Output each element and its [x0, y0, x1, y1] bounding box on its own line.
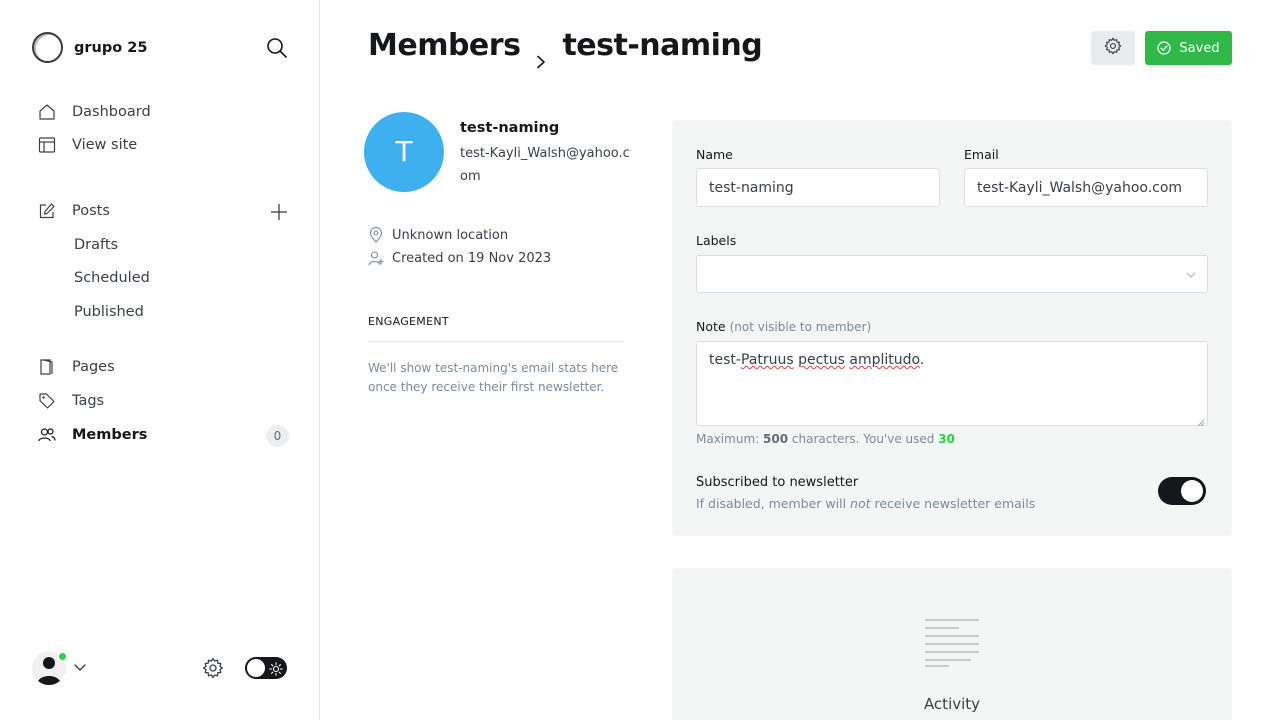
- email-field[interactable]: test-Kayli_Walsh@yahoo.com: [964, 168, 1208, 207]
- chevron-down-icon[interactable]: [73, 660, 87, 674]
- nav-drafts[interactable]: Drafts: [74, 237, 118, 253]
- note-word: amplitudo: [849, 352, 920, 368]
- nav-scheduled[interactable]: Scheduled: [74, 270, 150, 286]
- subscribed-description: If disabled, member will not receive new…: [696, 496, 1035, 511]
- name-field-value: test-naming: [709, 179, 794, 196]
- page-title: test-naming: [562, 28, 763, 63]
- tag-icon: [38, 392, 56, 410]
- note-label: Note (not visible to member): [696, 319, 871, 334]
- nav-view-site-label: View site: [72, 137, 138, 153]
- note-label-text: Note: [696, 319, 726, 334]
- online-status-dot: [57, 651, 68, 662]
- note-label-hint: (not visible to member): [729, 320, 872, 334]
- created-text: Created on 19 Nov 2023: [392, 250, 552, 266]
- breadcrumb-members-link[interactable]: Members: [368, 28, 521, 63]
- search-icon[interactable]: [266, 37, 288, 59]
- gear-icon[interactable]: [202, 657, 224, 679]
- layout-icon: [38, 136, 56, 154]
- max-middle: characters. You've used: [791, 432, 935, 446]
- plus-icon[interactable]: [269, 202, 289, 222]
- breadcrumb: Members test-naming: [368, 28, 763, 68]
- note-char-count: Maximum: 500 characters. You've used 30: [696, 432, 955, 446]
- member-avatar: T: [364, 112, 444, 192]
- nav-dashboard[interactable]: Dashboard: [38, 103, 151, 121]
- newsletter-toggle[interactable]: [1158, 477, 1206, 505]
- member-created: Created on 19 Nov 2023: [368, 250, 551, 266]
- activity-label: Activity: [923, 695, 981, 713]
- nav-tags[interactable]: Tags: [38, 392, 104, 410]
- max-prefix: Maximum:: [696, 432, 760, 446]
- site-name: grupo 25: [74, 39, 148, 56]
- member-email: test-Kayli_Walsh@yahoo.com: [460, 146, 630, 184]
- toggle-knob: [1181, 480, 1203, 502]
- max-value: 500: [763, 432, 789, 446]
- member-name: test-naming: [460, 120, 560, 136]
- nav-posts-label: Posts: [72, 203, 110, 219]
- user-add-icon: [368, 251, 384, 266]
- sidebar: grupo 25 Dashboard View site Posts Draft…: [0, 0, 320, 720]
- nav-published[interactable]: Published: [74, 304, 144, 320]
- note-prefix: test-: [709, 352, 741, 368]
- subscribed-desc-1: If disabled, member will: [696, 496, 847, 511]
- gear-icon: [1104, 37, 1122, 59]
- nav-posts[interactable]: Posts: [38, 202, 110, 220]
- member-location: Unknown location: [368, 227, 508, 243]
- theme-toggle[interactable]: [245, 657, 287, 679]
- nav-pages-label: Pages: [72, 359, 115, 375]
- subscribed-desc-2: receive newsletter emails: [874, 496, 1036, 511]
- members-icon: [38, 426, 56, 444]
- name-field[interactable]: test-naming: [696, 168, 940, 207]
- sun-icon: [269, 661, 283, 676]
- email-field-value: test-Kayli_Walsh@yahoo.com: [977, 179, 1183, 196]
- chevron-down-icon: [1185, 269, 1197, 281]
- nav-view-site[interactable]: View site: [38, 136, 137, 154]
- nav-members[interactable]: Members: [38, 426, 147, 444]
- home-icon: [38, 103, 56, 121]
- labels-select[interactable]: [696, 255, 1208, 293]
- subscribed-title: Subscribed to newsletter: [696, 475, 859, 490]
- nav-dashboard-label: Dashboard: [72, 104, 151, 120]
- saved-button[interactable]: Saved: [1145, 31, 1232, 65]
- subscribed-desc-em: not: [850, 496, 871, 511]
- theme-toggle-knob: [247, 659, 265, 677]
- note-textarea[interactable]: test-Patruus pectus amplitudo.: [696, 341, 1208, 427]
- edit-icon: [38, 202, 56, 220]
- brand[interactable]: grupo 25: [32, 32, 147, 63]
- page-icon: [38, 358, 56, 376]
- members-count-badge: 0: [266, 425, 289, 447]
- name-label: Name: [696, 147, 733, 162]
- engagement-text: We'll show test-naming's email stats her…: [368, 361, 619, 394]
- engagement-heading: ENGAGEMENT: [368, 315, 449, 328]
- email-label: Email: [964, 147, 999, 162]
- note-word: pectus: [798, 352, 845, 368]
- nav-pages[interactable]: Pages: [38, 358, 115, 376]
- labels-label: Labels: [696, 233, 737, 248]
- used-value: 30: [938, 432, 955, 446]
- divider: [368, 341, 624, 342]
- resize-handle[interactable]: [1197, 415, 1205, 427]
- nav-members-label: Members: [72, 427, 148, 443]
- location-text: Unknown location: [392, 227, 509, 243]
- chevron-right-icon: [534, 42, 548, 68]
- check-circle-icon: [1157, 41, 1172, 55]
- note-suffix: .: [919, 352, 925, 368]
- document-lines-icon: [924, 618, 980, 668]
- note-word: Patruus: [740, 352, 794, 368]
- saved-button-label: Saved: [1179, 40, 1220, 56]
- site-logo: [32, 32, 63, 63]
- member-settings-button[interactable]: [1091, 31, 1135, 65]
- location-icon: [369, 227, 383, 243]
- nav-tags-label: Tags: [72, 393, 105, 409]
